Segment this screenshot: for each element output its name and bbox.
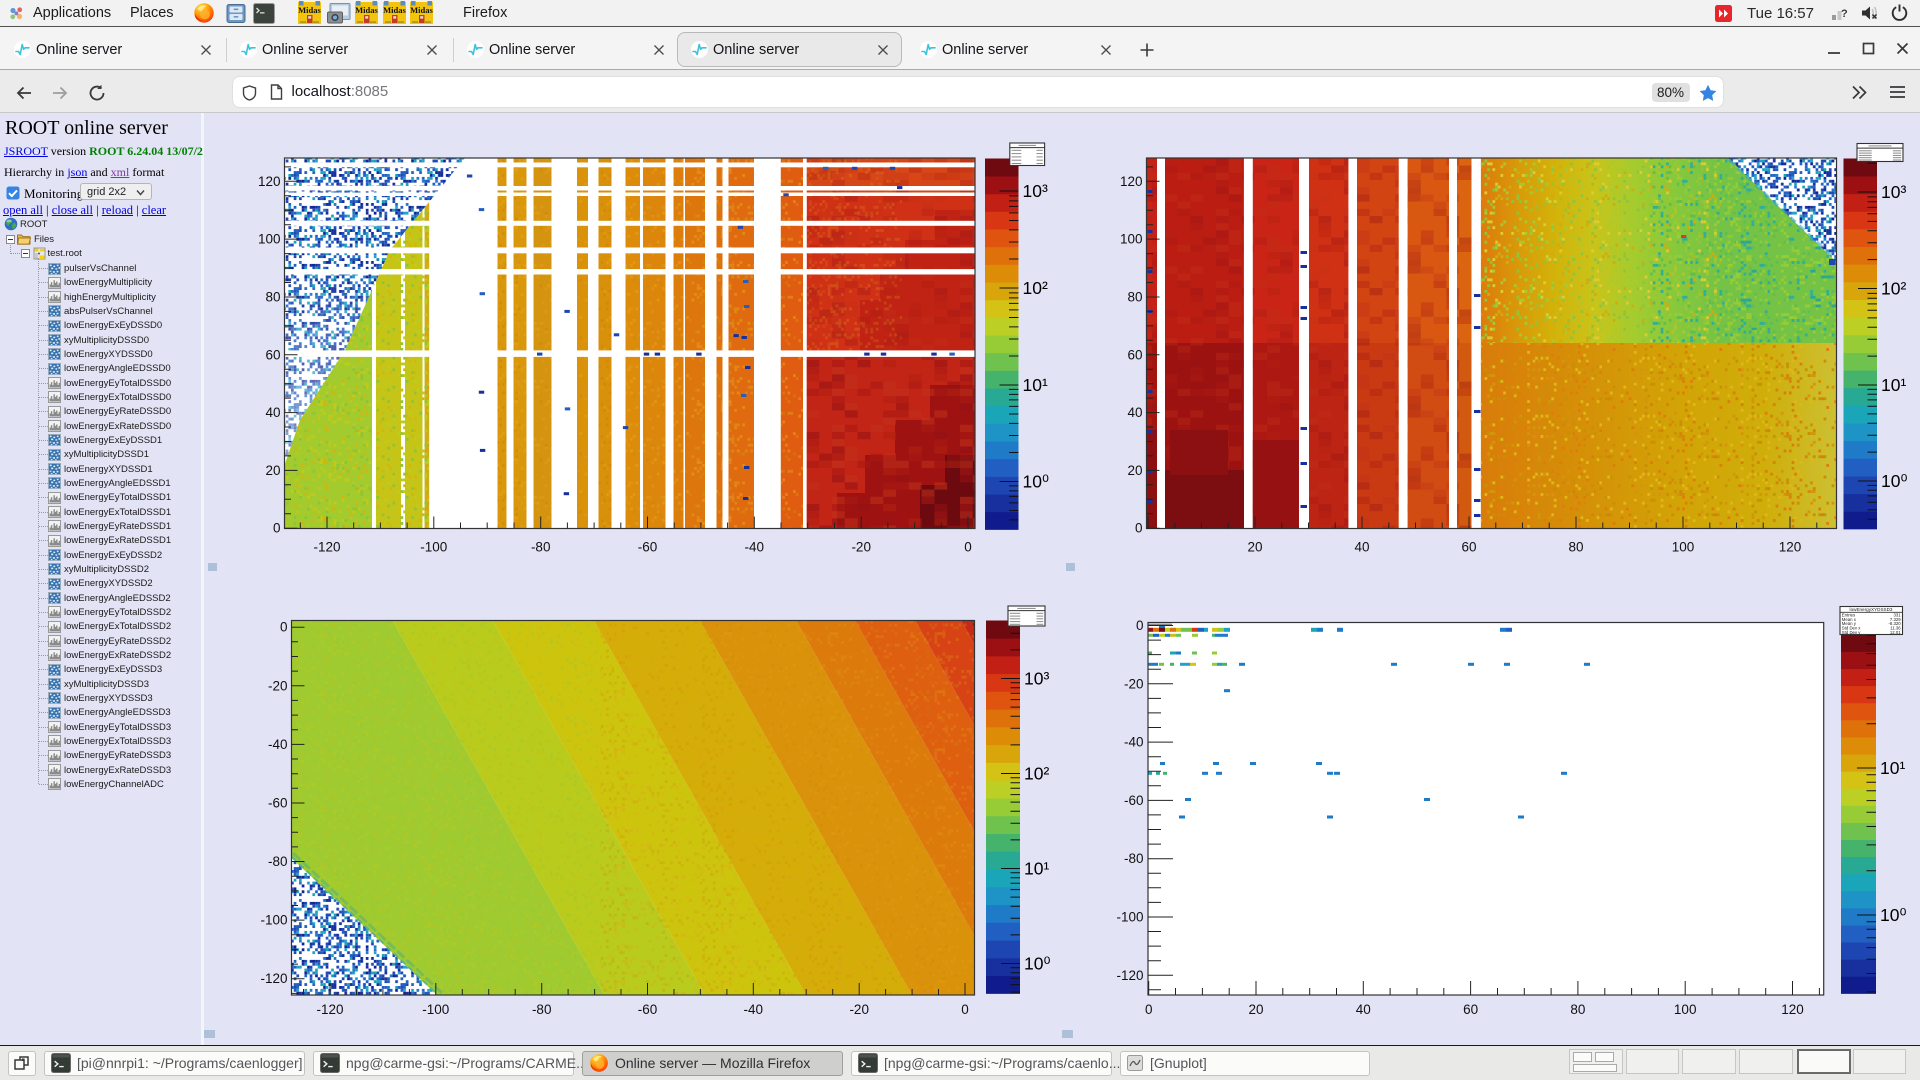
svg-text:Midas: Midas [355, 5, 378, 15]
svg-text:Midas: Midas [410, 5, 433, 15]
svg-text:10⁰: 10⁰ [1880, 905, 1906, 925]
svg-text:10⁰: 10⁰ [1881, 471, 1907, 491]
svg-text:-60: -60 [638, 1002, 658, 1017]
svg-text:?: ? [1841, 8, 1848, 20]
svg-text:Std Dev y: Std Dev y [1842, 630, 1861, 635]
svg-text:100: 100 [1120, 232, 1143, 247]
svg-text:0: 0 [964, 540, 972, 555]
svg-text:-100: -100 [1116, 910, 1143, 925]
svg-text:10¹: 10¹ [1880, 758, 1905, 778]
svg-text:60: 60 [1463, 1002, 1478, 1017]
svg-text:-40: -40 [744, 1002, 764, 1017]
svg-text:-100: -100 [260, 913, 287, 928]
svg-text:10³: 10³ [1023, 181, 1048, 201]
svg-text:0: 0 [1145, 1002, 1153, 1017]
svg-text:-20: -20 [1124, 676, 1144, 691]
svg-text:100: 100 [258, 232, 281, 247]
svg-text:10¹: 10¹ [1881, 375, 1906, 395]
svg-text:40: 40 [1127, 405, 1142, 420]
svg-text:-100: -100 [420, 540, 447, 555]
svg-text:80: 80 [1568, 540, 1583, 555]
svg-text:40: 40 [1354, 540, 1369, 555]
svg-text:-100: -100 [422, 1002, 449, 1017]
svg-text:60: 60 [265, 347, 280, 362]
svg-text:12.01: 12.01 [1890, 630, 1901, 635]
svg-text:lowEnergyXYDSSD3: lowEnergyXYDSSD3 [1850, 607, 1893, 612]
svg-text:10¹: 10¹ [1023, 375, 1048, 395]
svg-text:10³: 10³ [1024, 669, 1049, 689]
svg-text:20: 20 [1247, 540, 1262, 555]
svg-text:10⁰: 10⁰ [1024, 954, 1050, 974]
svg-text:Midas: Midas [298, 5, 321, 15]
svg-text:10²: 10² [1024, 764, 1049, 784]
svg-text:100: 100 [1672, 540, 1695, 555]
svg-text:0: 0 [1135, 521, 1143, 536]
svg-text:-60: -60 [638, 540, 658, 555]
svg-text:0: 0 [273, 521, 281, 536]
svg-text:20: 20 [265, 463, 280, 478]
svg-text:0: 0 [1136, 618, 1144, 633]
svg-text:120: 120 [258, 174, 281, 189]
svg-text:20: 20 [1248, 1002, 1263, 1017]
svg-text:120: 120 [1781, 1002, 1804, 1017]
svg-text:-20: -20 [268, 678, 288, 693]
svg-text:-80: -80 [1124, 851, 1144, 866]
svg-text:0: 0 [280, 620, 288, 635]
svg-text:60: 60 [1127, 347, 1142, 362]
svg-text:0: 0 [961, 1002, 969, 1017]
svg-text:-40: -40 [1124, 735, 1144, 750]
svg-text:-80: -80 [268, 854, 288, 869]
svg-text:-60: -60 [268, 796, 288, 811]
svg-text:10²: 10² [1023, 278, 1048, 298]
svg-text:40: 40 [265, 405, 280, 420]
svg-text:-120: -120 [260, 971, 287, 986]
svg-text:-20: -20 [849, 1002, 869, 1017]
svg-text:-80: -80 [532, 1002, 552, 1017]
svg-text:10³: 10³ [1881, 182, 1906, 202]
svg-text:40: 40 [1356, 1002, 1371, 1017]
svg-text:120: 120 [1779, 540, 1802, 555]
svg-text:120: 120 [1120, 174, 1143, 189]
svg-text:-80: -80 [531, 540, 551, 555]
svg-text:10⁰: 10⁰ [1023, 472, 1049, 492]
svg-text:-120: -120 [1116, 968, 1143, 983]
svg-text:-120: -120 [313, 540, 340, 555]
svg-text:100: 100 [1674, 1002, 1697, 1017]
svg-text:20: 20 [1127, 463, 1142, 478]
svg-text:80: 80 [265, 290, 280, 305]
svg-text:-60: -60 [1124, 793, 1144, 808]
svg-text:-40: -40 [268, 737, 288, 752]
svg-text:10¹: 10¹ [1024, 859, 1049, 879]
svg-text:-120: -120 [316, 1002, 343, 1017]
svg-text:10²: 10² [1881, 279, 1906, 299]
svg-text:60: 60 [1461, 540, 1476, 555]
svg-text:-40: -40 [745, 540, 765, 555]
svg-text:-20: -20 [851, 540, 871, 555]
svg-text:80: 80 [1127, 290, 1142, 305]
svg-text:80: 80 [1570, 1002, 1585, 1017]
svg-text:Midas: Midas [383, 5, 406, 15]
